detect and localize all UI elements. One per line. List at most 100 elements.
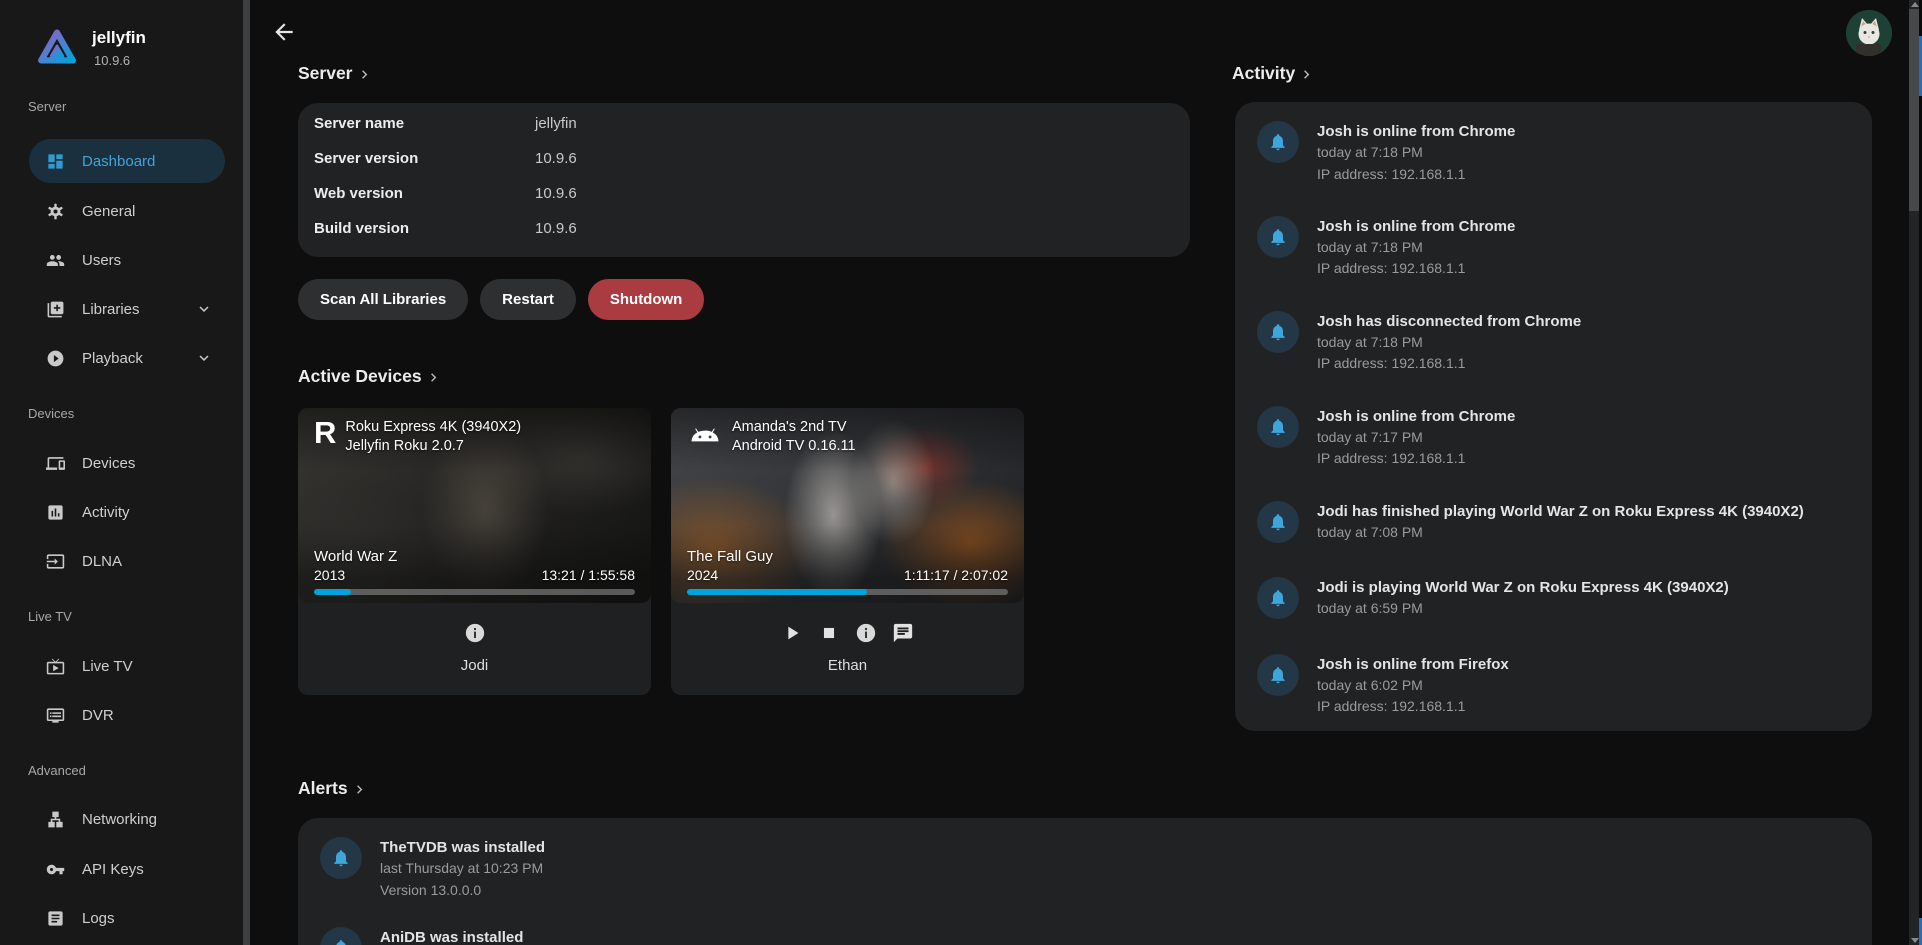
dashboard-icon	[46, 152, 65, 171]
media-year: 2024	[687, 566, 718, 585]
client-version: Jellyfin Roku 2.0.7	[345, 437, 521, 456]
back-arrow-icon[interactable]	[271, 19, 297, 45]
sidebar-item-general[interactable]: General	[29, 189, 225, 233]
users-icon	[46, 251, 65, 270]
activity-item: Josh is online from Firefoxtoday at 6:02…	[1257, 654, 1852, 718]
bell-icon	[320, 927, 362, 945]
activity-item: Jodi is playing World War Z on Roku Expr…	[1257, 577, 1852, 620]
sidebar-item-playback[interactable]: Playback	[29, 336, 225, 380]
chevron-down-icon[interactable]	[195, 349, 213, 367]
progress-bar	[687, 589, 1008, 595]
media-title: World War Z	[314, 547, 635, 566]
network-icon	[46, 810, 65, 829]
device-header: Amanda's 2nd TV Android TV 0.16.11	[687, 416, 856, 456]
sidebar-scrollbar[interactable]	[243, 0, 250, 945]
android-icon	[687, 416, 723, 456]
page-scrollbar-thumb[interactable]	[1909, 9, 1919, 211]
media-title: The Fall Guy	[687, 547, 1008, 566]
alert-item: TheTVDB was installedlast Thursday at 10…	[320, 837, 1852, 901]
live-tv-icon	[46, 657, 65, 676]
scan-all-libraries-button[interactable]: Scan All Libraries	[298, 279, 468, 320]
play-icon[interactable]	[780, 621, 804, 645]
activity-item: Josh is online from Chrometoday at 7:17 …	[1257, 406, 1852, 470]
bell-icon	[1257, 311, 1299, 353]
chevron-down-icon[interactable]	[195, 300, 213, 318]
chevron-right-icon	[356, 66, 373, 83]
info-icon[interactable]	[463, 621, 487, 645]
scrollbar-down-arrow-icon[interactable]	[1911, 938, 1919, 943]
app-version: 10.9.6	[94, 53, 130, 68]
bell-icon	[1257, 406, 1299, 448]
chevron-right-icon	[351, 781, 368, 798]
sidebar-item-livetv[interactable]: Live TV	[29, 644, 225, 688]
jellyfin-dashboard: jellyfin 10.9.6 Server Devices Live TV A…	[0, 0, 1922, 945]
key-icon	[46, 860, 65, 879]
server-name-row: Server name jellyfin	[298, 106, 1190, 141]
activity-item: Josh has disconnected from Chrometoday a…	[1257, 311, 1852, 375]
device-header: R Roku Express 4K (3940X2) Jellyfin Roku…	[314, 416, 521, 456]
device-name: Roku Express 4K (3940X2)	[345, 418, 521, 437]
chevron-right-icon	[425, 369, 442, 386]
bell-icon	[1257, 121, 1299, 163]
server-version-row: Server version 10.9.6	[298, 141, 1190, 176]
document-icon	[46, 909, 65, 928]
info-icon[interactable]	[854, 621, 878, 645]
sidebar: jellyfin 10.9.6 Server Devices Live TV A…	[0, 0, 243, 945]
devices-icon	[46, 454, 65, 473]
device-name: Amanda's 2nd TV	[732, 418, 856, 437]
sidebar-section-livetv: Live TV	[28, 609, 72, 624]
app-title: jellyfin	[92, 28, 146, 48]
activity-section-link[interactable]: Activity	[1232, 63, 1315, 84]
user-avatar[interactable]	[1846, 10, 1892, 56]
restart-button[interactable]: Restart	[480, 279, 576, 320]
shutdown-button[interactable]: Shutdown	[588, 279, 704, 320]
playback-time: 1:11:17 / 2:07:02	[904, 566, 1008, 585]
sidebar-item-apikeys[interactable]: API Keys	[29, 847, 225, 891]
web-version-row: Web version 10.9.6	[298, 176, 1190, 211]
sidebar-item-dlna[interactable]: DLNA	[29, 539, 225, 583]
message-icon[interactable]	[891, 621, 915, 645]
alerts-section-link[interactable]: Alerts	[298, 778, 368, 799]
client-version: Android TV 0.16.11	[732, 437, 856, 456]
library-add-icon	[46, 300, 65, 319]
gear-icon	[46, 202, 65, 221]
device-card-androidtv[interactable]: Amanda's 2nd TV Android TV 0.16.11 The F…	[671, 408, 1024, 695]
bell-icon	[1257, 654, 1299, 696]
play-circle-icon	[46, 349, 65, 368]
activity-item: Josh is online from Chrometoday at 7:18 …	[1257, 121, 1852, 185]
sidebar-item-networking[interactable]: Networking	[29, 797, 225, 841]
sidebar-item-libraries[interactable]: Libraries	[29, 287, 225, 331]
scrollbar-up-arrow-icon[interactable]	[1911, 2, 1919, 7]
media-year: 2013	[314, 566, 345, 585]
chevron-right-icon	[1298, 66, 1315, 83]
roku-logo-icon: R	[314, 416, 336, 456]
active-devices-link[interactable]: Active Devices	[298, 366, 442, 387]
sidebar-item-dashboard[interactable]: Dashboard	[29, 139, 225, 183]
server-section-link[interactable]: Server	[298, 63, 373, 84]
alert-item: AniDB was installed	[320, 927, 1852, 945]
device-card-roku[interactable]: R Roku Express 4K (3940X2) Jellyfin Roku…	[298, 408, 651, 695]
sidebar-item-dvr[interactable]: DVR	[29, 693, 225, 737]
sidebar-item-devices[interactable]: Devices	[29, 441, 225, 485]
sidebar-item-activity[interactable]: Activity	[29, 490, 225, 534]
jellyfin-logo-icon	[34, 24, 80, 70]
now-playing-backdrop: R Roku Express 4K (3940X2) Jellyfin Roku…	[298, 408, 651, 603]
session-user: Ethan	[671, 657, 1024, 674]
bell-icon	[1257, 501, 1299, 543]
stop-icon[interactable]	[817, 621, 841, 645]
sidebar-section-devices: Devices	[28, 406, 74, 421]
session-user: Jodi	[298, 657, 651, 674]
input-icon	[46, 552, 65, 571]
bell-icon	[1257, 577, 1299, 619]
bell-icon	[320, 837, 362, 879]
build-version-row: Build version 10.9.6	[298, 211, 1190, 246]
bell-icon	[1257, 216, 1299, 258]
sidebar-section-server: Server	[28, 99, 66, 114]
sidebar-section-advanced: Advanced	[28, 763, 86, 778]
server-info-card: Server name jellyfin Server version 10.9…	[298, 103, 1190, 257]
sidebar-item-logs[interactable]: Logs	[29, 896, 225, 940]
alerts-panel: TheTVDB was installedlast Thursday at 10…	[298, 818, 1872, 945]
activity-item: Jodi has finished playing World War Z on…	[1257, 501, 1852, 544]
sidebar-item-users[interactable]: Users	[29, 238, 225, 282]
bar-chart-icon	[46, 503, 65, 522]
